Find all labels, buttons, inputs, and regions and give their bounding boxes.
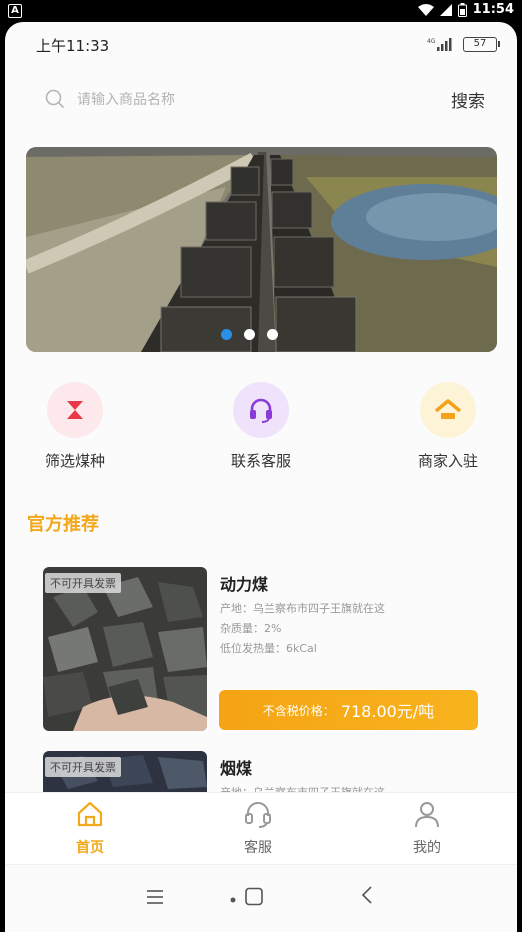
banner-carousel[interactable] xyxy=(26,147,497,352)
home-icon xyxy=(77,801,103,827)
price-value: 718.00元/吨 xyxy=(340,702,435,721)
tab-home[interactable]: 首页 xyxy=(40,799,140,857)
home-nav-icon[interactable] xyxy=(229,887,273,907)
system-status-bar: A 11:54 xyxy=(0,0,522,22)
section-title: 官方推荐 xyxy=(27,514,99,535)
bottom-tab-bar: 首页 客服 我的 xyxy=(5,792,517,864)
filter-coal-label: 筛选煤种 xyxy=(44,452,105,470)
merchant-join-label: 商家入驻 xyxy=(417,452,478,470)
menu-icon[interactable] xyxy=(145,889,165,905)
contact-service-icon-bg xyxy=(233,382,289,438)
merchant-join-icon-bg xyxy=(420,382,476,438)
headset-icon xyxy=(250,398,272,423)
banner-image xyxy=(26,147,497,352)
app-status-bar: 上午11:33 4G 57 xyxy=(5,22,517,66)
invoice-tag: 不可开具发票 xyxy=(45,757,121,777)
product-card[interactable]: 不可开具发票 动力煤 产地：乌兰察布市四子王旗就在这 杂质量：2% 低位发热量：… xyxy=(43,567,483,731)
quick-entry-row: 筛选煤种 联系客服 商家入驻 xyxy=(5,382,517,482)
wifi-icon xyxy=(417,3,434,16)
invoice-tag: 不可开具发票 xyxy=(45,573,121,593)
cell-signal-icon xyxy=(439,3,452,16)
product-impurity: 杂质量：2% xyxy=(220,622,282,635)
app-notification-icon: A xyxy=(8,4,22,18)
tab-home-label: 首页 xyxy=(76,840,104,856)
product-card[interactable]: 不可开具发票 烟煤 产地：乌兰察布市四子王旗就在这 xyxy=(43,751,483,792)
filter-coal-icon-bg xyxy=(47,382,103,438)
carousel-indicator xyxy=(26,329,485,340)
tab-service[interactable]: 客服 xyxy=(208,799,308,857)
battery-icon xyxy=(457,2,467,17)
search-bar: 搜索 xyxy=(41,82,485,118)
status-time: 上午11:33 xyxy=(36,37,110,55)
price-button[interactable]: 不含税价格： 718.00元/吨 xyxy=(219,690,478,730)
product-heat-value: 低位发热量：6kCal xyxy=(220,642,317,655)
tab-service-label: 客服 xyxy=(244,840,272,856)
signal-icon: 4G xyxy=(427,38,452,51)
search-button[interactable]: 搜索 xyxy=(451,87,485,112)
headset-icon xyxy=(245,802,271,828)
back-icon[interactable] xyxy=(361,885,373,905)
product-origin: 产地：乌兰察布市四子王旗就在这 xyxy=(220,602,385,615)
tab-profile-label: 我的 xyxy=(413,840,441,856)
product-image: 不可开具发票 xyxy=(43,567,207,731)
carousel-dot-1[interactable] xyxy=(221,329,232,340)
contact-service-label: 联系客服 xyxy=(230,452,291,470)
product-name: 动力煤 xyxy=(220,575,269,594)
search-input[interactable] xyxy=(77,88,377,112)
battery-indicator: 57 xyxy=(463,37,500,52)
carousel-dot-2[interactable] xyxy=(244,329,255,340)
tab-profile[interactable]: 我的 xyxy=(377,799,477,857)
merchant-join-entry[interactable]: 商家入驻 xyxy=(388,382,508,471)
product-origin: 产地：乌兰察布市四子王旗就在这 xyxy=(220,784,385,792)
network-label: 4G xyxy=(427,38,436,45)
filter-coal-entry[interactable]: 筛选煤种 xyxy=(15,382,135,471)
hourglass-icon xyxy=(67,401,83,419)
carousel-dot-3[interactable] xyxy=(267,329,278,340)
system-navigation-bar xyxy=(5,864,517,932)
product-name: 烟煤 xyxy=(220,759,253,778)
price-label: 不含税价格： xyxy=(262,703,335,718)
system-clock: 11:54 xyxy=(472,2,514,17)
contact-service-entry[interactable]: 联系客服 xyxy=(201,382,321,471)
app-screen: 上午11:33 4G 57 搜索 xyxy=(5,22,517,932)
product-image: 不可开具发票 xyxy=(43,751,207,792)
user-icon xyxy=(415,802,439,828)
search-icon xyxy=(45,89,65,109)
home-roof-icon xyxy=(434,399,462,419)
